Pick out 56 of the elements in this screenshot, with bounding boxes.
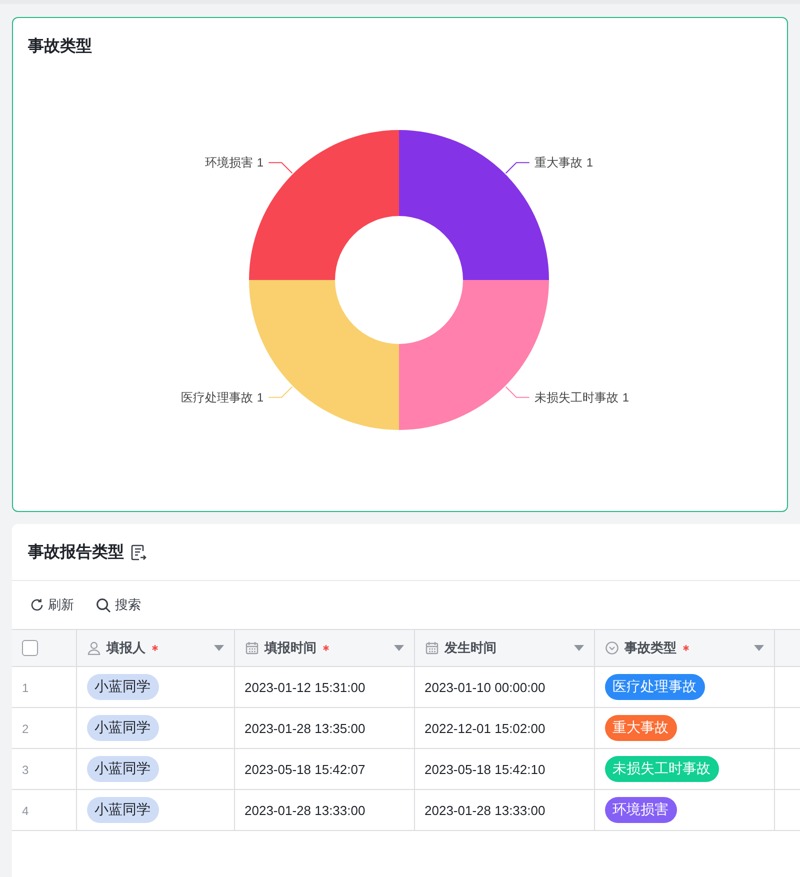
leader-line bbox=[505, 386, 530, 398]
row-number: 3 bbox=[22, 762, 29, 776]
chart-label: 重大事故 bbox=[534, 156, 582, 170]
calendar-icon bbox=[424, 641, 438, 655]
column-label: 填报人 bbox=[106, 639, 146, 657]
caret-icon[interactable] bbox=[214, 645, 224, 651]
chart-label: 环境损害 bbox=[204, 156, 253, 170]
type-tag: 重大事故 bbox=[604, 715, 676, 741]
row-number: 1 bbox=[22, 680, 29, 694]
row-number: 4 bbox=[22, 804, 29, 818]
table-cell: 2023-01-28 13:35:00 bbox=[244, 720, 366, 736]
caret-icon[interactable] bbox=[394, 645, 404, 651]
column-label: 发生时间 bbox=[444, 639, 496, 657]
export-icon[interactable] bbox=[130, 544, 147, 560]
chart-label: 未损失工时事故 bbox=[534, 390, 618, 404]
column-header[interactable]: 填报时间 bbox=[234, 630, 414, 666]
person-icon bbox=[86, 641, 100, 655]
value-label: 1 bbox=[622, 390, 630, 404]
reporter-tag: 小蓝同学 bbox=[86, 715, 158, 741]
reporter-tag: 小蓝同学 bbox=[86, 797, 158, 823]
row-number: 2 bbox=[22, 722, 29, 736]
caret-icon[interactable] bbox=[574, 645, 584, 651]
search-button[interactable]: 搜索 bbox=[92, 594, 145, 616]
value-label: 1 bbox=[256, 156, 264, 170]
column-header[interactable]: 填报人 bbox=[76, 630, 234, 666]
leader-line bbox=[505, 162, 530, 174]
select-all-checkbox[interactable] bbox=[22, 640, 38, 656]
refresh-button[interactable]: 刷新 bbox=[26, 594, 78, 616]
column-header[interactable]: 发生时间 bbox=[414, 630, 594, 666]
dropdown-icon bbox=[604, 641, 618, 655]
table-cell: 2023-05-18 15:42:10 bbox=[424, 762, 546, 776]
refresh-icon bbox=[30, 598, 44, 612]
type-tag: 医疗处理事故 bbox=[604, 674, 704, 700]
type-tag: 未损失工时事故 bbox=[604, 756, 718, 782]
table-cell: 2023-05-18 15:42:07 bbox=[244, 762, 366, 776]
column-label: 事故类型 bbox=[624, 639, 676, 657]
value-label: 1 bbox=[256, 390, 264, 404]
reporter-tag: 小蓝同学 bbox=[86, 674, 158, 700]
table-cell: 2023-01-12 15:31:00 bbox=[244, 680, 366, 694]
value-label: 1 bbox=[586, 156, 594, 170]
leader-line bbox=[268, 162, 293, 174]
type-tag: 环境损害 bbox=[604, 797, 676, 823]
search-icon bbox=[96, 598, 111, 612]
column-label: 填报时间 bbox=[264, 639, 316, 657]
chart-label: 医疗处理事故 bbox=[180, 390, 253, 404]
panel-title: 事故报告类型 bbox=[28, 542, 124, 562]
card-title: 事故类型 bbox=[27, 36, 92, 57]
table-cell: 2023-01-28 13:33:00 bbox=[244, 802, 366, 818]
reporter-tag: 小蓝同学 bbox=[86, 756, 158, 782]
table-cell: 2023-01-10 00:00:00 bbox=[424, 680, 546, 694]
leader-line bbox=[268, 386, 293, 398]
caret-icon[interactable] bbox=[754, 645, 764, 651]
column-header[interactable]: 事故类型 bbox=[594, 630, 774, 666]
calendar-icon bbox=[244, 641, 258, 655]
table-cell: 2023-01-28 13:33:00 bbox=[424, 802, 546, 818]
table-cell: 2022-12-01 15:02:00 bbox=[424, 720, 546, 736]
